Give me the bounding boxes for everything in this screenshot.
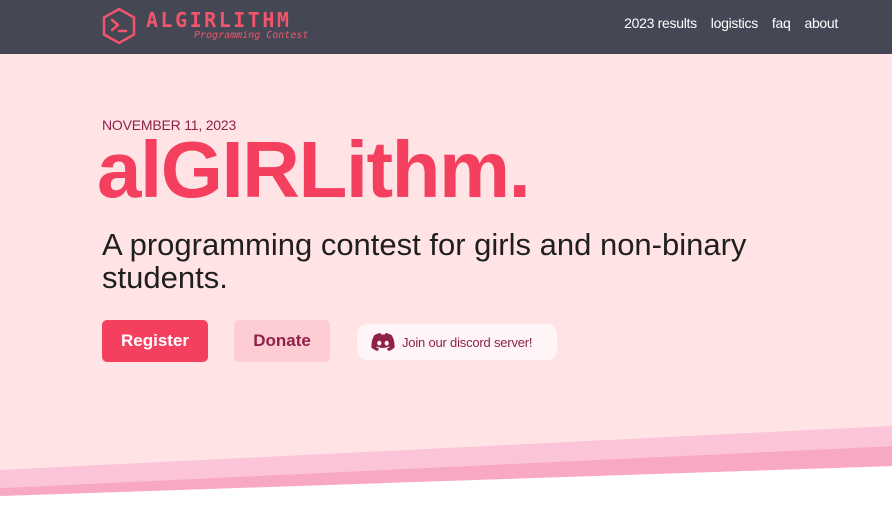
decorative-wave-stripes <box>0 426 892 507</box>
